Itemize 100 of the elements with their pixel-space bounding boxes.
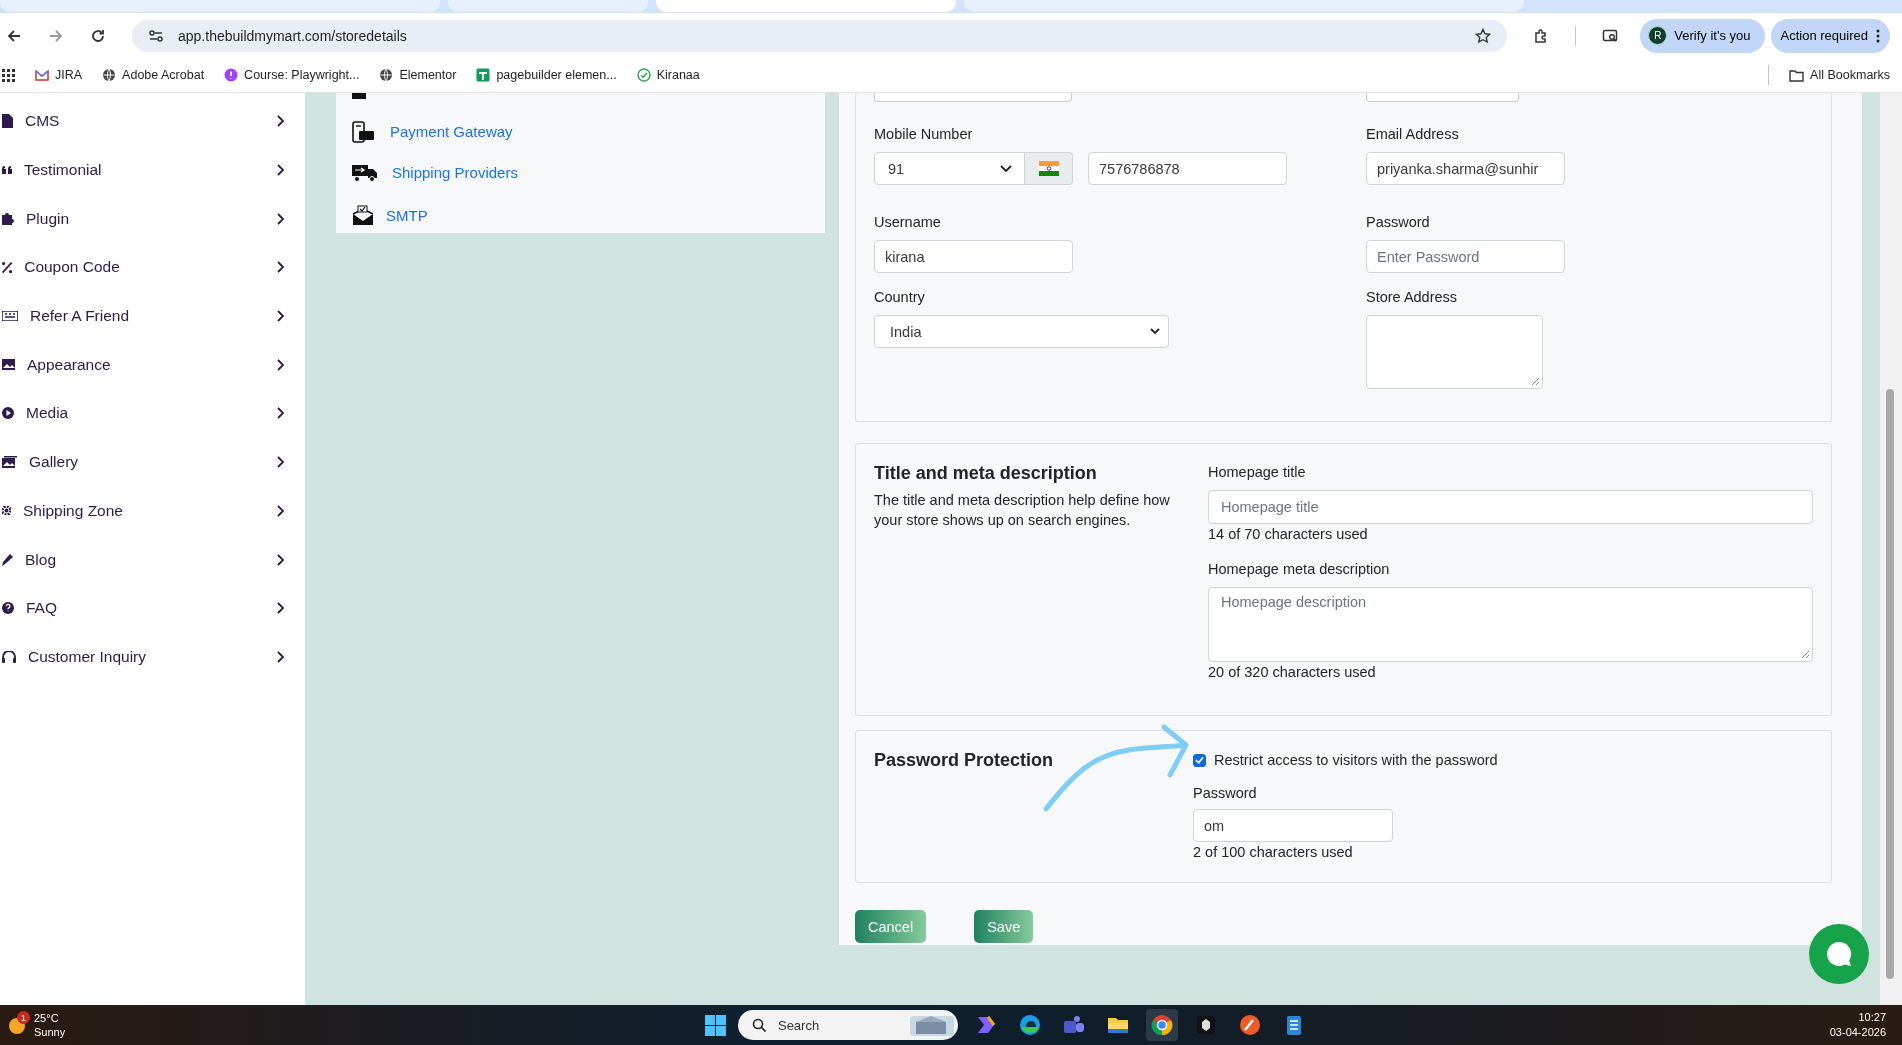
bookmark-link[interactable]: JIRA [35,68,83,82]
settings-menu-link[interactable]: SMTP [386,206,428,224]
settings-menu-link[interactable]: Shipping Providers [392,164,518,181]
sidebar-item[interactable]: Appearance [0,344,305,394]
sidebar-item[interactable]: FAQ [0,587,305,637]
settings-menu-item[interactable]: Payment Gateway [352,111,825,152]
pen-app-icon[interactable] [1237,1013,1262,1037]
chevron-right-icon [276,310,285,323]
windows-start-icon[interactable] [704,1014,726,1036]
more-icon[interactable] [1876,28,1880,43]
checkbox-label: Restrict access to visitors with the password [1214,752,1498,768]
input-field[interactable] [1366,93,1519,102]
field-label: Country [874,288,926,307]
sidebar-item-label: Coupon Code [24,258,120,277]
input-field[interactable]: Enter Password [1366,240,1565,273]
checkmark-icon [1194,754,1205,766]
input-field[interactable]: om [1193,809,1393,842]
chevron-right-icon [276,164,285,177]
folder-icon [1789,67,1805,83]
site-settings-icon[interactable] [148,27,164,44]
sidebar-item[interactable]: CMS [0,101,305,150]
apps-grid-icon[interactable] [2,68,15,82]
country-select[interactable]: India [874,315,1169,348]
info-icon [224,68,239,82]
bookmark-label: Kiranaa [656,68,700,82]
star-icon[interactable] [1475,27,1492,44]
sidebar-item-label: Customer Inquiry [28,647,146,666]
delivery-truck-icon [352,163,378,182]
settings-menu-link[interactable]: Payment Gateway [390,123,513,140]
resize-handle-icon[interactable] [1530,376,1540,386]
globe-icon [379,68,394,82]
avatar: R [1648,26,1668,45]
settings-menu-item[interactable]: Shipping Providers [352,152,825,193]
character-count: 20 of 320 characters used [1208,663,1377,681]
chat-button[interactable] [1809,924,1869,984]
input-field[interactable]: kirana [874,240,1073,273]
clock-time: 10:27 [1858,1010,1886,1025]
textarea-field[interactable]: Homepage description [1208,587,1813,662]
chrome-icon[interactable] [1149,1013,1174,1037]
checkbox[interactable] [1193,753,1206,767]
chevron-right-icon [276,358,285,371]
percent-icon [2,261,13,273]
chevron-right-icon [276,456,285,469]
sidebar-item-label: Plugin [26,209,70,228]
chevron-right-icon [276,407,285,420]
keyboard-icon [2,311,18,322]
field-label: Username [874,213,942,232]
field-label: Password [1366,213,1431,232]
profile-button[interactable]: R Verify it's you [1640,18,1765,53]
sidebar-item[interactable]: Blog [0,539,305,588]
sidebar-item[interactable]: Refer A Friend [0,295,305,345]
chevron-right-icon [276,261,285,274]
edge-browser-icon[interactable] [1017,1013,1042,1037]
sidebar-item[interactable]: Plugin [0,198,305,248]
sidebar-item-label: Blog [25,550,57,569]
scrollbar-thumb[interactable] [1886,389,1894,979]
input-field[interactable]: priyanka.sharma@sunhir [1366,152,1565,185]
profile-label: Verify it's you [1674,28,1751,43]
taskbar-search-field[interactable]: Search [737,1010,958,1040]
sidebar-item[interactable]: Shipping Zone [0,490,305,540]
india-flag-icon [1038,161,1059,176]
chevron-right-icon [276,212,285,225]
tab-search-icon[interactable] [1602,27,1619,44]
sidebar-item-label: Media [26,404,69,423]
sidebar-item[interactable]: Coupon Code [0,247,305,296]
quote-icon [2,166,12,175]
phone-card-icon [352,120,376,143]
bookmark-link[interactable]: Elementor [379,68,457,82]
gear-icon [2,506,11,516]
action-required-button[interactable]: Action required [1770,18,1890,53]
bookmark-link[interactable]: Kiranaa [636,68,700,82]
temperature-text: 25°C [34,1011,60,1025]
sidebar-item-label: Appearance [27,355,111,374]
sidebar-item[interactable]: Media [0,393,305,442]
back-icon[interactable] [6,27,22,44]
bookmark-label: Elementor [399,68,457,82]
sidebar-item[interactable]: Testimonial [0,149,305,199]
input-field[interactable]: 7576786878 [1088,152,1287,185]
bookmark-label: JIRA [55,68,83,82]
all-bookmarks-link[interactable]: All Bookmarks [1789,67,1890,83]
field-label: Email Address [1366,125,1460,144]
bookmark-link[interactable]: Adobe Acrobat [102,68,205,82]
puzzle-icon [2,212,14,225]
section-heading: Title and meta description [874,463,1098,484]
sidebar-item[interactable]: Customer Inquiry [0,636,305,686]
envelope-icon [352,204,374,226]
character-count: 14 of 70 characters used [1208,525,1369,543]
sidebar-item[interactable]: Gallery [0,441,305,491]
chevron-down-icon [1150,328,1160,335]
scrollbar[interactable] [1880,93,1902,1005]
settings-menu-item[interactable]: SMTP [352,193,825,237]
input-field[interactable]: Homepage title [1208,490,1813,524]
character-count: 2 of 100 characters used [1193,843,1354,861]
forward-icon[interactable] [48,27,64,44]
resize-handle-icon[interactable] [1800,649,1810,659]
country-code-select[interactable]: 91 [874,152,1025,185]
textarea-field[interactable] [1366,315,1543,389]
input-field[interactable] [874,93,1072,102]
reload-icon[interactable] [90,27,106,44]
address-bar[interactable]: app.thebuildmymart.com/storedetails [132,19,1508,52]
